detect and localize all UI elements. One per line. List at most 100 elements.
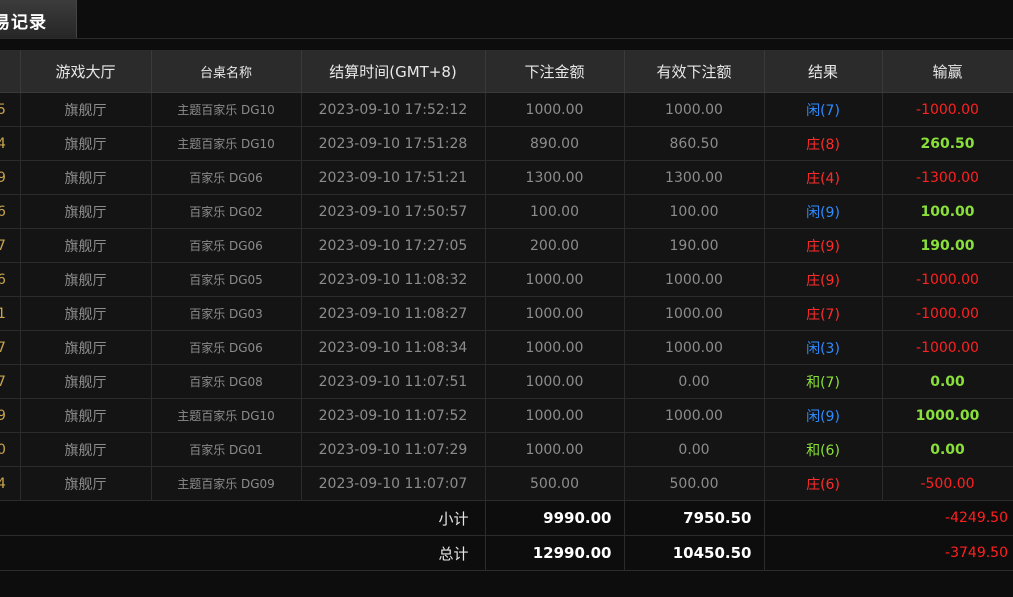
cell-table-name: 主题百家乐 DG10 (151, 398, 302, 433)
cell-win-loss: 100.00 (882, 194, 1013, 229)
cell-result: 和(7) (764, 364, 883, 399)
cell-result: 庄(9) (764, 262, 883, 297)
cell-valid-bet: 1000.00 (624, 398, 765, 433)
cell-index: 0 (0, 432, 21, 467)
cell-hall: 旗舰厅 (20, 364, 152, 399)
cell-valid-bet: 1000.00 (624, 330, 765, 365)
cell-index: 5 (0, 92, 21, 127)
cell-table-name: 百家乐 DG02 (151, 194, 302, 229)
tab-title: 易记录 (0, 13, 47, 33)
cell-win-loss: 0.00 (882, 432, 1013, 467)
column-header-valid-bet: 有效下注额 (624, 50, 765, 93)
cell-result: 庄(6) (764, 466, 883, 501)
subtotal-win-loss: -4249.50 (764, 500, 1013, 536)
cell-settle-time: 2023-09-10 11:08:34 (301, 330, 486, 365)
cell-valid-bet: 0.00 (624, 432, 765, 467)
tab-strip: 易记录 (0, 0, 1013, 39)
table-row: 7旗舰厅百家乐 DG062023-09-10 11:08:341000.0010… (0, 330, 1013, 365)
cell-hall: 旗舰厅 (20, 466, 152, 501)
cell-hall: 旗舰厅 (20, 330, 152, 365)
tab-bet-records[interactable]: 易记录 (0, 0, 77, 38)
cell-index: 9 (0, 160, 21, 195)
table-row: 6旗舰厅百家乐 DG022023-09-10 17:50:57100.00100… (0, 194, 1013, 229)
column-header-index (0, 50, 21, 93)
cell-result: 闲(3) (764, 330, 883, 365)
bet-records-table: 游戏大厅 台桌名称 结算时间(GMT+8) 下注金额 有效下注额 结果 输赢 5… (0, 50, 1013, 571)
total-row: 总计 12990.00 10450.50 -3749.50 (0, 535, 1013, 571)
cell-bet-amount: 1000.00 (485, 398, 625, 433)
cell-index: 6 (0, 262, 21, 297)
cell-index: 4 (0, 466, 21, 501)
cell-table-name: 主题百家乐 DG10 (151, 126, 302, 161)
table-row: 7旗舰厅百家乐 DG082023-09-10 11:07:511000.000.… (0, 364, 1013, 399)
cell-hall: 旗舰厅 (20, 92, 152, 127)
cell-table-name: 百家乐 DG06 (151, 330, 302, 365)
cell-win-loss: 190.00 (882, 228, 1013, 263)
cell-win-loss: -1000.00 (882, 92, 1013, 127)
cell-table-name: 百家乐 DG03 (151, 296, 302, 331)
table-row: 9旗舰厅百家乐 DG062023-09-10 17:51:211300.0013… (0, 160, 1013, 195)
cell-result: 庄(9) (764, 228, 883, 263)
table-row: 1旗舰厅百家乐 DG032023-09-10 11:08:271000.0010… (0, 296, 1013, 331)
cell-settle-time: 2023-09-10 17:51:28 (301, 126, 486, 161)
column-header-bet-amount: 下注金额 (485, 50, 625, 93)
cell-hall: 旗舰厅 (20, 194, 152, 229)
table-row: 7旗舰厅百家乐 DG062023-09-10 17:27:05200.00 190… (0, 228, 1013, 263)
cell-win-loss: 1000.00 (882, 398, 1013, 433)
cell-bet-amount: 200.00 (485, 228, 625, 263)
cell-hall: 旗舰厅 (20, 228, 152, 263)
cell-bet-amount: 1000.00 (485, 364, 625, 399)
cell-win-loss: 0.00 (882, 364, 1013, 399)
total-label: 总计 (0, 535, 486, 571)
cell-table-name: 百家乐 DG08 (151, 364, 302, 399)
cell-valid-bet: 1000.00 (624, 296, 765, 331)
bet-records-page: 易记录 游戏大厅 台桌名称 结算时间(GMT+8) 下注金额 有效下注额 结果 … (0, 0, 1013, 597)
total-valid-bet: 10450.50 (624, 535, 765, 571)
cell-valid-bet: 500.00 (624, 466, 765, 501)
table-row: 5旗舰厅主题百家乐 DG102023-09-10 17:52:121000.00… (0, 92, 1013, 127)
cell-win-loss: -1000.00 (882, 262, 1013, 297)
cell-table-name: 百家乐 DG05 (151, 262, 302, 297)
cell-bet-amount: 1000.00 (485, 296, 625, 331)
cell-bet-amount: 1000.00 (485, 330, 625, 365)
cell-index: 7 (0, 228, 21, 263)
cell-settle-time: 2023-09-10 11:07:51 (301, 364, 486, 399)
cell-table-name: 百家乐 DG01 (151, 432, 302, 467)
cell-index: 1 (0, 296, 21, 331)
cell-result: 庄(4) (764, 160, 883, 195)
column-header-hall: 游戏大厅 (20, 50, 152, 93)
cell-bet-amount: 100.00 (485, 194, 625, 229)
table-row: 6旗舰厅百家乐 DG052023-09-10 11:08:321000.0010… (0, 262, 1013, 297)
cell-hall: 旗舰厅 (20, 126, 152, 161)
cell-win-loss: -1000.00 (882, 296, 1013, 331)
cell-win-loss: 260.50 (882, 126, 1013, 161)
cell-index: 9 (0, 398, 21, 433)
table-row: 0旗舰厅百家乐 DG012023-09-10 11:07:291000.000.… (0, 432, 1013, 467)
column-header-settle-time: 结算时间(GMT+8) (301, 50, 486, 93)
cell-valid-bet: 100.00 (624, 194, 765, 229)
total-win-loss: -3749.50 (764, 535, 1013, 571)
cell-bet-amount: 1000.00 (485, 432, 625, 467)
cell-settle-time: 2023-09-10 11:07:29 (301, 432, 486, 467)
cell-result: 闲(9) (764, 398, 883, 433)
cell-bet-amount: 1000.00 (485, 92, 625, 127)
column-header-result: 结果 (764, 50, 883, 93)
cell-settle-time: 2023-09-10 17:50:57 (301, 194, 486, 229)
column-header-table-name: 台桌名称 (151, 50, 302, 93)
cell-valid-bet: 860.50 (624, 126, 765, 161)
table-row: 4旗舰厅主题百家乐 DG092023-09-10 11:07:07500.005… (0, 466, 1013, 501)
cell-index: 7 (0, 364, 21, 399)
cell-win-loss: -1300.00 (882, 160, 1013, 195)
cell-index: 6 (0, 194, 21, 229)
cell-hall: 旗舰厅 (20, 296, 152, 331)
total-bet-amount: 12990.00 (485, 535, 625, 571)
subtotal-label: 小计 (0, 500, 486, 536)
cell-settle-time: 2023-09-10 11:08:32 (301, 262, 486, 297)
cell-valid-bet: 0.00 (624, 364, 765, 399)
cell-table-name: 百家乐 DG06 (151, 228, 302, 263)
cell-settle-time: 2023-09-10 11:07:52 (301, 398, 486, 433)
cell-bet-amount: 1300.00 (485, 160, 625, 195)
cell-settle-time: 2023-09-10 17:27:05 (301, 228, 486, 263)
table-row: 9旗舰厅主题百家乐 DG102023-09-10 11:07:521000.00… (0, 398, 1013, 433)
subtotal-valid-bet: 7950.50 (624, 500, 765, 536)
